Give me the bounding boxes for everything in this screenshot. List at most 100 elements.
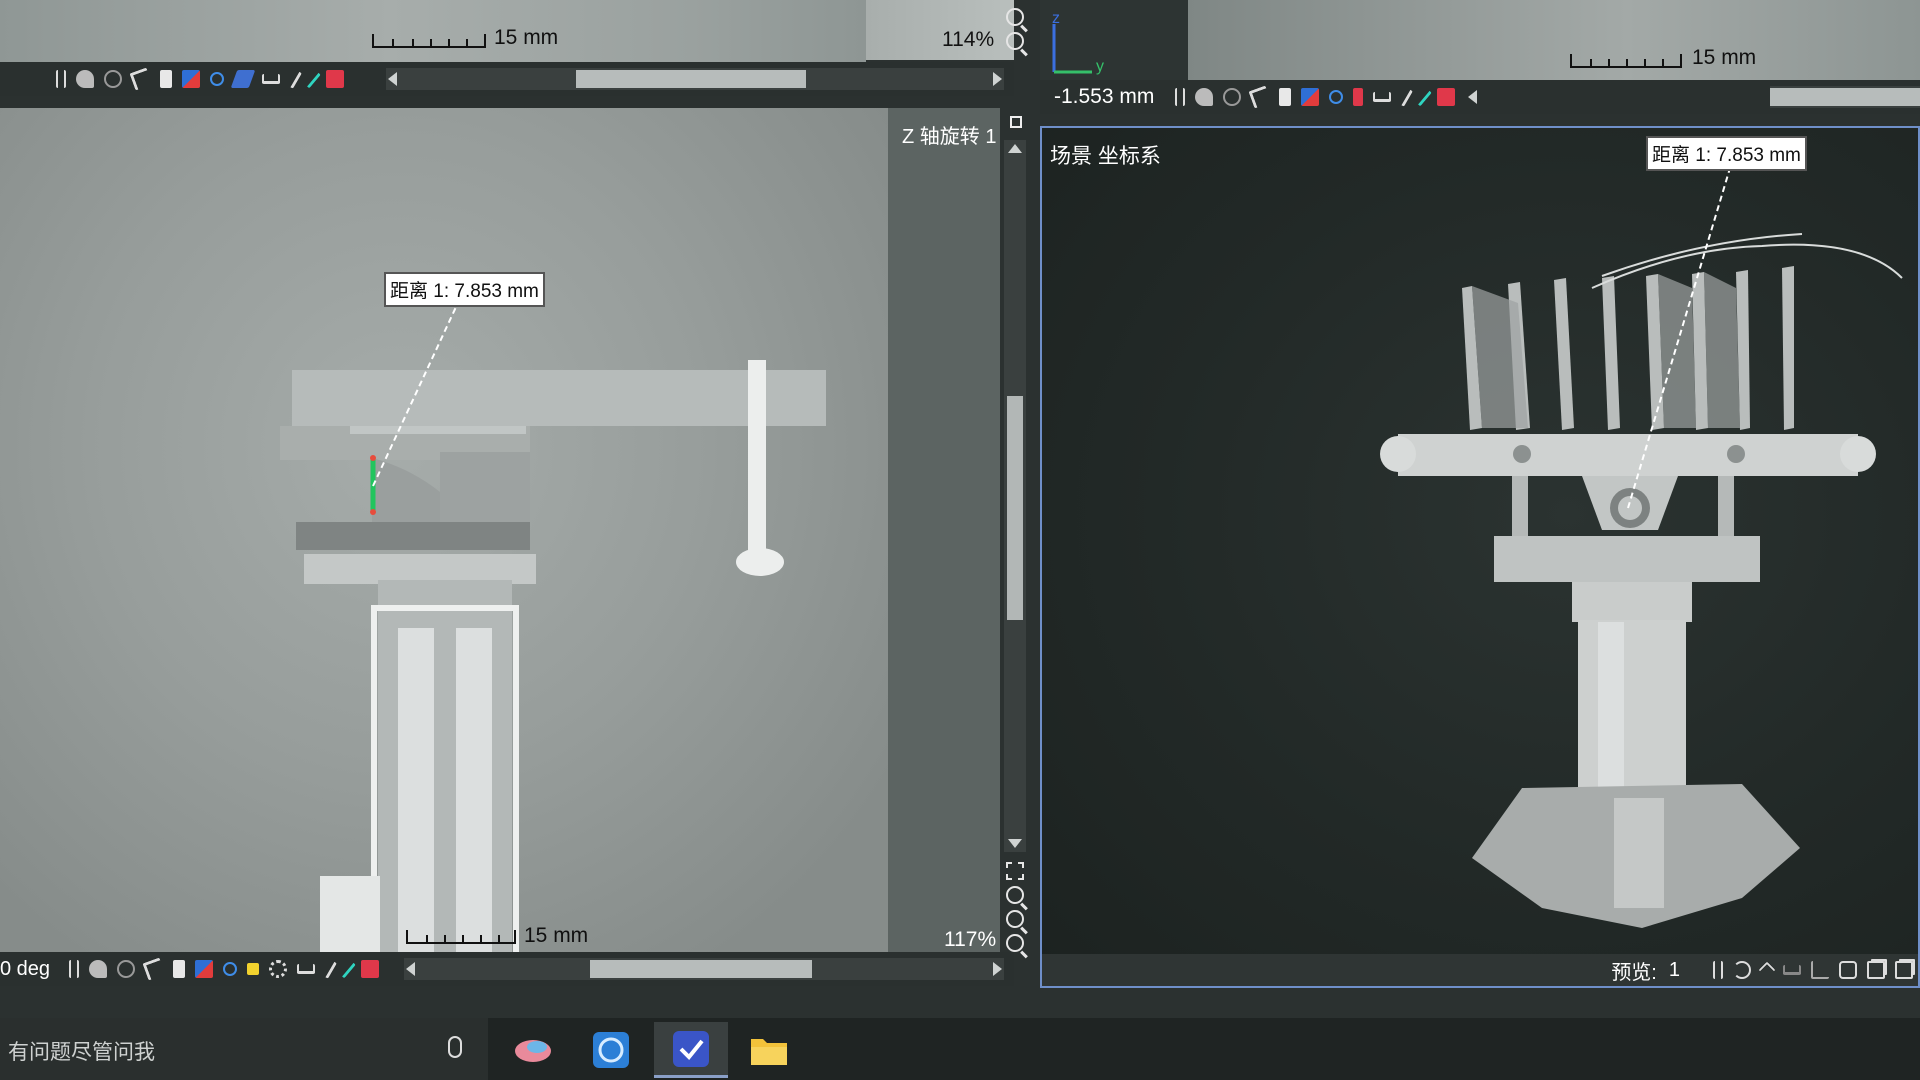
pen-icon[interactable] [286, 69, 302, 89]
delete-tool-icon[interactable] [326, 70, 344, 88]
top-scale-label: 15 mm [494, 26, 559, 49]
left-zoom-level: 117% [944, 928, 997, 951]
line-tool-icon[interactable] [1414, 87, 1433, 107]
top-right-slice-view[interactable]: 15 mm [1188, 0, 1920, 80]
color-map-icon[interactable] [1301, 88, 1320, 106]
circle-select-icon[interactable] [104, 70, 122, 88]
pen-icon[interactable] [321, 959, 338, 979]
undo-icon[interactable] [1248, 85, 1272, 109]
left-bottom-hscroll-thumb[interactable] [590, 960, 812, 978]
left-slice-view[interactable]: 距离 1: 7.853 mm [0, 108, 888, 954]
scissors-icon[interactable] [1329, 90, 1344, 104]
left-vscroll[interactable] [1004, 140, 1026, 852]
page-icon[interactable] [173, 960, 186, 978]
undo-icon[interactable] [142, 957, 166, 981]
top-scale-bar [372, 34, 486, 48]
right-measurement-label[interactable]: 距离 1: 7.853 mm [1646, 136, 1807, 171]
bird-app-icon [515, 1040, 551, 1062]
left-zoom-controls [1006, 862, 1024, 952]
left-zoom-in-icon[interactable] [1006, 910, 1024, 928]
scissors-icon[interactable] [210, 72, 224, 86]
left-view-margin [888, 108, 1000, 954]
left-vscroll-thumb[interactable] [1007, 396, 1023, 620]
top-slice-zoom-area: 114% [866, 0, 1014, 60]
page-icon[interactable] [160, 70, 172, 88]
color-map-icon[interactable] [195, 960, 214, 978]
fit-view-icon[interactable] [1006, 862, 1024, 880]
brush-icon[interactable] [1195, 88, 1214, 106]
left-scale-bar [406, 930, 516, 944]
preview-value[interactable]: 1 [1669, 959, 1680, 982]
right-scroll-left[interactable] [1468, 90, 1478, 104]
eraser-icon[interactable] [230, 70, 256, 88]
line-tool-icon[interactable] [303, 69, 321, 89]
preview-bar: 预览: 1 [1042, 954, 1918, 986]
axis-gizmo [1052, 24, 1092, 74]
page-icon[interactable] [1279, 88, 1292, 106]
pen-icon[interactable] [1397, 87, 1414, 107]
axis-z-label: z [1052, 10, 1060, 27]
left-zoom-out-icon[interactable] [1006, 934, 1024, 952]
slice-drag-icon[interactable] [56, 70, 66, 88]
zoom-out-icon[interactable] [1006, 32, 1024, 50]
zoom-in-icon[interactable] [1006, 8, 1024, 26]
cube-icon[interactable] [1839, 961, 1857, 979]
ruler-icon[interactable] [262, 74, 280, 84]
rotate-icon[interactable] [1733, 961, 1751, 979]
taskbar-app-folder[interactable] [732, 1022, 806, 1078]
brush-icon[interactable] [76, 70, 94, 88]
axis-indicator: z y [1040, 0, 1188, 82]
move-icon[interactable] [1758, 961, 1776, 979]
taskbar-search-placeholder[interactable]: 有问题尽管问我 [8, 1036, 155, 1066]
taskbar-app-blue[interactable] [574, 1022, 648, 1078]
left-zoom-search-icon[interactable] [1006, 886, 1024, 904]
top-right-scale-bar [1570, 54, 1682, 68]
slice-drag-icon[interactable] [69, 960, 80, 978]
taskbar-app-bird[interactable] [496, 1022, 570, 1078]
folder-icon [751, 1039, 787, 1065]
slice-drag-icon[interactable] [1713, 961, 1723, 979]
top-slice-view[interactable]: 15 mm [0, 0, 866, 64]
delete-tool-icon[interactable] [1437, 88, 1456, 106]
ruler-icon[interactable] [1783, 965, 1801, 975]
undo-icon[interactable] [129, 67, 153, 91]
slice-drag-icon[interactable] [1175, 88, 1186, 106]
left-bottom-hscroll[interactable] [404, 958, 1004, 980]
top-right-scale-label: 15 mm [1692, 46, 1757, 69]
left-panel-maximize-icon[interactable] [1010, 116, 1022, 128]
scissors-icon[interactable] [223, 962, 238, 976]
highlight-icon[interactable] [247, 963, 260, 975]
microphone-icon[interactable] [448, 1036, 462, 1058]
offset-label: -1.553 mm [1054, 85, 1155, 108]
top-zoom-level: 114% [942, 28, 995, 51]
right-top-hscroll-thumb[interactable] [1770, 88, 1920, 106]
3d-render-view[interactable]: 场景 坐标系 距离 1: 7.853 mm [1040, 126, 1920, 988]
red-tag-icon[interactable] [1353, 88, 1364, 106]
delete-tool-icon[interactable] [361, 960, 380, 978]
angle-label: 0 deg [0, 957, 51, 980]
gear-icon[interactable] [269, 960, 288, 978]
ruler-icon[interactable] [1373, 92, 1392, 102]
axis-y-label: y [1096, 58, 1104, 75]
circle-select-icon[interactable] [117, 960, 136, 978]
top-zoom-controls [1006, 8, 1024, 50]
top-left-hscroll[interactable] [386, 68, 1004, 90]
circle-select-icon[interactable] [1223, 88, 1242, 106]
ruler-icon[interactable] [297, 964, 316, 974]
layers-icon[interactable] [1867, 961, 1885, 979]
3d-model-render [1380, 167, 1903, 928]
angle-icon[interactable] [1811, 961, 1829, 979]
line-tool-icon[interactable] [338, 959, 356, 979]
taskbar-app-shield[interactable] [654, 1022, 728, 1078]
left-measurement-label[interactable]: 距离 1: 7.853 mm [384, 272, 545, 307]
right-top-hscroll[interactable] [1770, 86, 1920, 108]
color-map-icon[interactable] [182, 70, 200, 88]
layers-alt-icon[interactable] [1895, 961, 1913, 979]
left-slice-render [280, 293, 826, 954]
left-scale-label: 15 mm [524, 924, 589, 947]
left-panel-title: Z 轴旋转 1 [902, 126, 997, 148]
brush-icon[interactable] [89, 960, 108, 978]
shield-app-icon [673, 1030, 709, 1067]
blue-app-icon [593, 1032, 629, 1068]
top-left-hscroll-thumb[interactable] [576, 70, 806, 88]
